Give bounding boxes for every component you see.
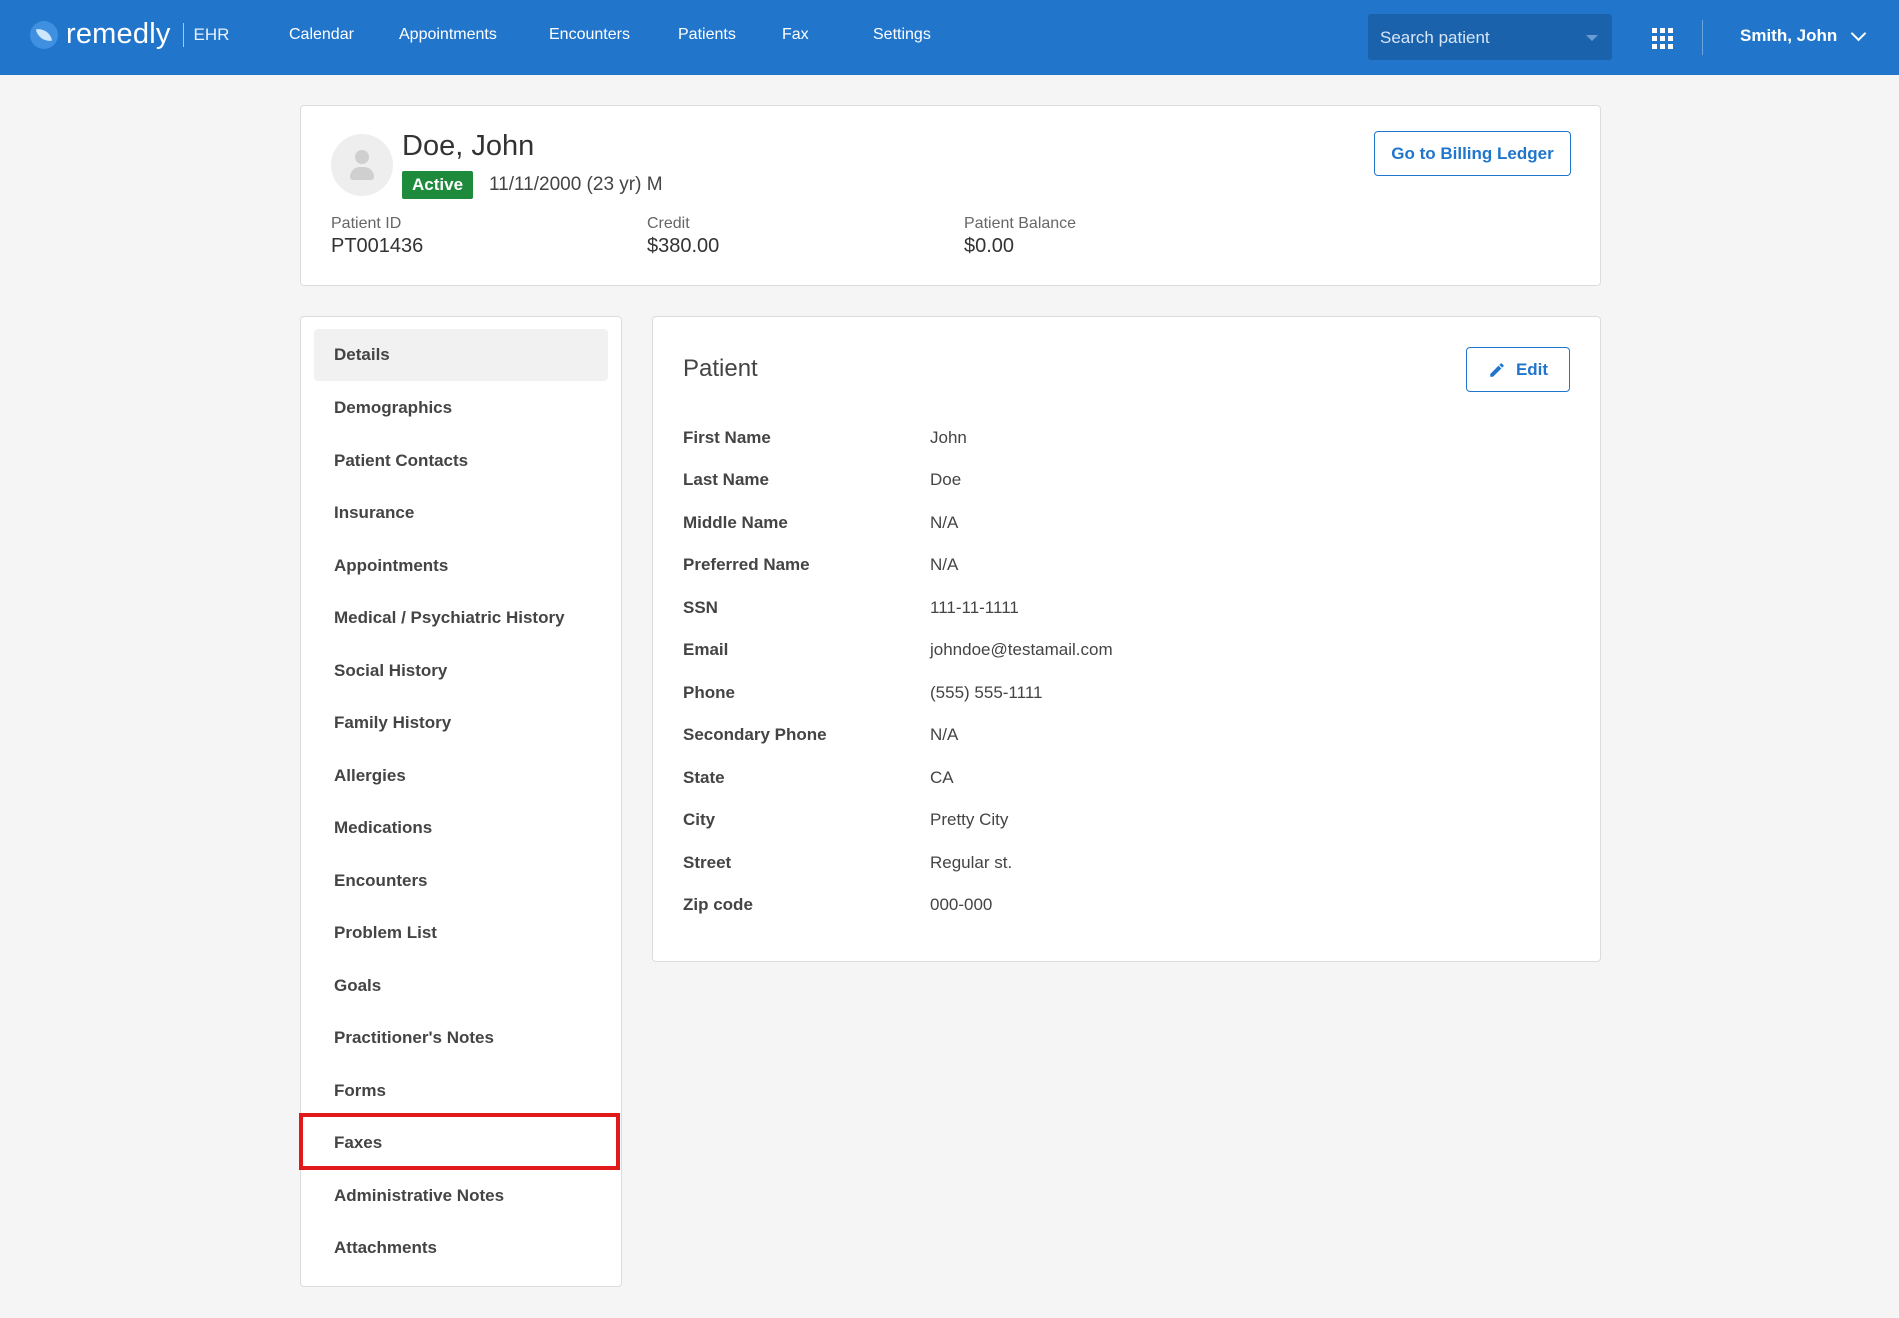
field-value-preferred-name: N/A bbox=[930, 555, 959, 574]
patient-details-card: Patient Edit First Name John Last Name D… bbox=[652, 316, 1601, 962]
field-label-preferred-name: Preferred Name bbox=[683, 555, 810, 574]
field-label-last-name: Last Name bbox=[683, 470, 769, 489]
patient-balance-label: Patient Balance bbox=[964, 215, 1077, 232]
field-label-email: Email bbox=[683, 640, 729, 659]
patient-dob: 11/11/2000 (23 yr) M bbox=[489, 174, 663, 195]
top-navbar: remedly EHR Calendar Appointments Encoun… bbox=[0, 0, 1899, 75]
sidebar-item-social-history[interactable]: Social History bbox=[314, 645, 608, 697]
field-value-ssn: 111-11-1111 bbox=[930, 598, 1019, 617]
field-label-middle-name: Middle Name bbox=[683, 513, 788, 532]
field-value-street: Regular st. bbox=[930, 853, 1013, 872]
field-label-city: City bbox=[683, 810, 716, 829]
brand-divider bbox=[182, 22, 184, 47]
field-label-phone: Phone bbox=[683, 683, 735, 702]
apps-grid-icon[interactable] bbox=[1652, 28, 1673, 49]
field-value-phone: (555) 555-1111 bbox=[930, 683, 1043, 702]
patient-id-label: Patient ID bbox=[331, 215, 402, 232]
field-label-street: Street bbox=[683, 853, 732, 872]
nav-fax[interactable]: Fax bbox=[782, 26, 809, 44]
field-value-email: johndoe@testamail.com bbox=[930, 640, 1113, 659]
patient-name: Doe, John bbox=[402, 130, 535, 162]
field-value-city: Pretty City bbox=[930, 810, 1009, 829]
field-label-secondary-phone: Secondary Phone bbox=[683, 725, 827, 744]
dropdown-caret-icon[interactable] bbox=[1586, 35, 1598, 41]
field-label-first-name: First Name bbox=[683, 428, 771, 447]
field-value-middle-name: N/A bbox=[930, 513, 959, 532]
sidebar-item-encounters[interactable]: Encounters bbox=[314, 855, 608, 907]
nav-settings[interactable]: Settings bbox=[873, 26, 931, 44]
field-label-zip-code: Zip code bbox=[683, 895, 753, 914]
sidebar-item-administrative-notes[interactable]: Administrative Notes bbox=[314, 1170, 608, 1222]
nav-calendar[interactable]: Calendar bbox=[289, 26, 354, 44]
user-menu[interactable]: Smith, John bbox=[1740, 25, 1867, 46]
avatar-icon bbox=[331, 134, 393, 196]
field-value-secondary-phone: N/A bbox=[930, 725, 959, 744]
credit-label: Credit bbox=[647, 215, 690, 232]
sidebar-item-faxes[interactable]: Faxes bbox=[314, 1117, 608, 1169]
sidebar-item-appointments[interactable]: Appointments bbox=[314, 540, 608, 592]
status-badge: Active bbox=[402, 171, 474, 199]
sidebar-item-problem-list[interactable]: Problem List bbox=[314, 907, 608, 959]
sidebar-item-practitioners-notes[interactable]: Practitioner's Notes bbox=[314, 1012, 608, 1064]
brand-product: EHR bbox=[193, 24, 230, 44]
sidebar-item-demographics[interactable]: Demographics bbox=[314, 382, 608, 434]
sidebar-item-medications[interactable]: Medications bbox=[314, 802, 608, 854]
sidebar-item-forms[interactable]: Forms bbox=[314, 1065, 608, 1117]
credit-value: $380.00 bbox=[647, 235, 720, 257]
field-value-first-name: John bbox=[930, 428, 967, 447]
user-name: Smith, John bbox=[1740, 26, 1838, 45]
sidebar-item-insurance[interactable]: Insurance bbox=[314, 487, 608, 539]
navbar-divider bbox=[1702, 20, 1703, 55]
brand-name: remedly bbox=[66, 18, 171, 50]
field-label-ssn: SSN bbox=[683, 598, 718, 617]
field-value-state: CA bbox=[930, 768, 954, 787]
patient-balance-value: $0.00 bbox=[964, 235, 1015, 257]
edit-button[interactable]: Edit bbox=[1466, 347, 1570, 392]
pencil-icon bbox=[1490, 362, 1504, 377]
patient-header-card: Doe, John Active 11/11/2000 (23 yr) M Pa… bbox=[300, 105, 1601, 286]
patient-sidebar: Details Demographics Patient Contacts In… bbox=[300, 316, 622, 1287]
sidebar-item-attachments[interactable]: Attachments bbox=[314, 1222, 608, 1274]
field-value-zip-code: 000-000 bbox=[930, 895, 993, 914]
edit-label: Edit bbox=[1515, 359, 1549, 379]
nav-appointments[interactable]: Appointments bbox=[399, 26, 497, 44]
field-label-state: State bbox=[683, 768, 725, 787]
patient-id-value: PT001436 bbox=[331, 235, 424, 257]
chevron-down-icon bbox=[1851, 25, 1867, 41]
sidebar-item-goals[interactable]: Goals bbox=[314, 960, 608, 1012]
billing-ledger-button[interactable]: Go to Billing Ledger bbox=[1374, 131, 1571, 176]
section-title: Patient bbox=[683, 355, 758, 382]
leaf-logo-icon bbox=[30, 20, 58, 49]
brand-logo[interactable]: remedly EHR bbox=[30, 18, 229, 51]
sidebar-item-patient-contacts[interactable]: Patient Contacts bbox=[314, 435, 608, 487]
nav-patients[interactable]: Patients bbox=[678, 26, 736, 44]
sidebar-item-family-history[interactable]: Family History bbox=[314, 697, 608, 749]
search-patient-box[interactable] bbox=[1368, 14, 1612, 62]
sidebar-item-allergies[interactable]: Allergies bbox=[314, 750, 608, 802]
nav-encounters[interactable]: Encounters bbox=[549, 26, 630, 44]
search-patient-input[interactable] bbox=[1368, 14, 1592, 62]
field-value-last-name: Doe bbox=[930, 470, 962, 489]
sidebar-item-medical-psychiatric-history[interactable]: Medical / Psychiatric History bbox=[314, 592, 608, 644]
sidebar-item-details[interactable]: Details bbox=[314, 329, 608, 381]
